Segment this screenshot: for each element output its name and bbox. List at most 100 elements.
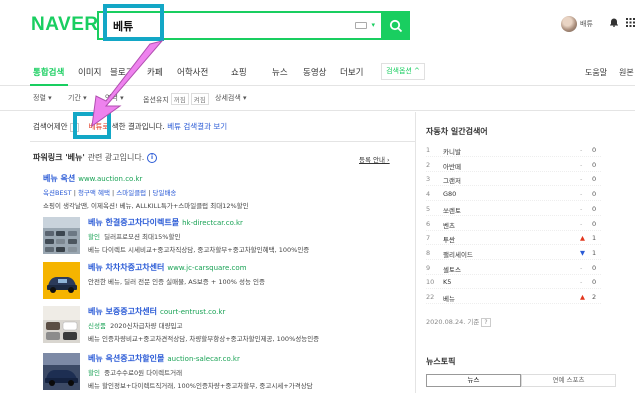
ranking-word[interactable]: 벤츠	[443, 220, 455, 230]
filter-detail[interactable]: 상세검색 ▾	[215, 93, 247, 103]
ranking-rank: 4	[426, 190, 431, 199]
ranking-word[interactable]: 셀토스	[443, 264, 461, 274]
ranking-item[interactable]: 6 벤츠 -0	[426, 218, 601, 231]
ad-thumbnail[interactable]	[43, 353, 80, 390]
original-link[interactable]: 원본	[619, 67, 634, 78]
ranking-item[interactable]: 3 그랜저 -0	[426, 173, 601, 187]
ranking-rank: 6	[426, 219, 431, 228]
ad-sitelink[interactable]: 청구액 혜택	[78, 189, 110, 197]
tab-more[interactable]: 더보기	[340, 66, 363, 78]
ranking-item[interactable]: 8 팰리세이드 ▼ 1	[426, 247, 601, 260]
filter-source-label: 영역	[105, 94, 118, 102]
tab-video[interactable]: 동영상	[303, 66, 326, 78]
ad-thumbnail[interactable]	[43, 262, 80, 299]
tab-blog[interactable]: 블로그	[110, 66, 133, 78]
tab-dictionary[interactable]: 어학사전	[177, 66, 208, 78]
ranking-word[interactable]: 쏘렌토	[443, 205, 461, 215]
ad-title-row: 베뉴 옥션중고차할인몰 auction-salecar.co.kr	[88, 353, 403, 364]
ranking-word[interactable]: 투싼	[443, 234, 455, 244]
option-off-chip[interactable]: 꺼짐	[170, 93, 189, 105]
ranking-word[interactable]: K5	[443, 278, 451, 286]
ad-title[interactable]: 베뉴 한결중고차다이렉트몰	[88, 218, 179, 227]
ranking-date-text: 2020.08.24. 기준	[426, 318, 480, 326]
ranking-word[interactable]: G80	[443, 190, 456, 198]
ranking-item[interactable]: 10 K5 -0	[426, 276, 601, 290]
ranking-change: 1	[592, 234, 597, 243]
ranking-change: 0	[592, 204, 597, 213]
ranking-change: 0	[592, 160, 597, 169]
ad-url[interactable]: auction-salecar.co.kr	[167, 355, 239, 363]
autocomplete-toggle-icon[interactable]: ▾	[371, 21, 375, 29]
ranking-change: 1	[592, 248, 597, 257]
ranking-item[interactable]: 1 카니발 - 0	[426, 144, 601, 157]
option-keep-label: 옵션유지	[143, 96, 169, 104]
info-icon[interactable]: i	[147, 152, 158, 163]
ad-tag: 할인	[88, 369, 100, 377]
tab-shopping[interactable]: 쇼핑	[231, 66, 247, 78]
avatar[interactable]	[561, 16, 577, 32]
ranking-change-icon: -	[580, 160, 583, 169]
ranking-rank: 2	[426, 160, 431, 169]
ad-title[interactable]: 베뉴 옥션중고차할인몰	[88, 354, 164, 363]
ad-url[interactable]: court-entrust.co.kr	[160, 308, 225, 316]
option-on-chip[interactable]: 켜짐	[190, 93, 209, 105]
help-link[interactable]: 도움말	[585, 67, 607, 78]
ad-url[interactable]: hk-directcar.co.kr	[182, 219, 243, 227]
naver-logo[interactable]: NAVER	[31, 14, 99, 36]
ad-url[interactable]: www.jc-carsquare.com	[167, 264, 246, 272]
ad-title[interactable]: 베뉴 보증중고차센터	[88, 307, 157, 316]
ranking-word[interactable]: 아반떼	[443, 161, 461, 171]
tab-integrated[interactable]: 통합검색	[33, 66, 64, 78]
profile-name[interactable]: 배튜	[580, 19, 593, 29]
ad-sitelink[interactable]: 당일배송	[152, 189, 176, 197]
search-button[interactable]	[381, 11, 410, 40]
filter-bar: 정렬 ▾ 기간 ▾ 영역 ▾ 옵션유지 꺼짐 켜짐 상세검색 ▾	[0, 87, 635, 111]
ad-title-row: 베뉴 차차차중고차센터 www.jc-carsquare.com	[88, 262, 403, 273]
ad-title[interactable]: 베뉴 차차차중고차센터	[88, 263, 164, 272]
ranking-word[interactable]: 베뉴	[443, 293, 455, 303]
spell-original-link[interactable]: 베튜 검색결과 보기	[167, 122, 227, 131]
ranking-word[interactable]: 팰리세이드	[443, 249, 473, 259]
ranking-rank: 10	[426, 278, 435, 287]
filter-sort[interactable]: 정렬 ▾	[33, 93, 52, 103]
keyboard-icon[interactable]	[355, 22, 367, 29]
ad-description: 베뉴 할인정보+다이렉트직거래, 100%인증차량+중고차할부, 중고시세+가격…	[88, 382, 313, 390]
powerlink-title: 파워링크 '베뉴' 관련 광고입니다. i	[33, 152, 158, 163]
ad-sitelink[interactable]: 옥션BEST	[43, 189, 72, 197]
ranking-item[interactable]: 2 아반떼 -0	[426, 159, 601, 172]
apps-grid-icon[interactable]	[626, 18, 635, 27]
ranking-item[interactable]: 7 투싼 ▲ 1	[426, 232, 601, 246]
tab-news[interactable]: 뉴스	[272, 66, 288, 78]
filter-period[interactable]: 기간 ▾	[68, 93, 87, 103]
ranking-item[interactable]: 9 셀토스 -0	[426, 262, 601, 275]
tab-cafe[interactable]: 카페	[147, 66, 163, 78]
register-info-link[interactable]: 등록 안내 ›	[359, 154, 390, 164]
tab-news-topic[interactable]: 뉴스	[426, 374, 521, 387]
ranking-item[interactable]: 22 베뉴 ▲ 2	[426, 291, 601, 304]
ad-item: 베뉴 보증중고차센터 court-entrust.co.kr 신성품 2020신차…	[43, 306, 403, 348]
ranking-item[interactable]: 4 G80 -0	[426, 188, 601, 202]
ranking-change-icon: ▼	[580, 248, 585, 257]
ad-title[interactable]: 베뉴 옥션	[43, 174, 75, 183]
ad-thumbnail[interactable]	[43, 306, 80, 343]
tab-image[interactable]: 이미지	[78, 66, 101, 78]
ranking-help[interactable]: ?	[481, 318, 491, 327]
ranking-word[interactable]: 그랜저	[443, 175, 461, 185]
ad-title-row: 베뉴 보증중고차센터 court-entrust.co.kr	[88, 306, 403, 317]
ranking-change: 0	[592, 146, 597, 154]
ad-thumbnail[interactable]	[43, 217, 80, 254]
filter-source[interactable]: 영역 ▾	[105, 93, 124, 103]
header: NAVER ▾ 배튜	[0, 0, 635, 55]
bell-icon[interactable]	[609, 17, 619, 27]
ranking-change: 0	[592, 190, 597, 199]
search-options-button[interactable]: 검색옵션 ^	[381, 63, 425, 80]
ranking-change-icon: -	[580, 175, 583, 184]
filter-option-keep[interactable]: 옵션유지 꺼짐 켜짐	[143, 93, 209, 105]
tab-entertainment-sports[interactable]: 연예 스포츠	[521, 374, 616, 387]
ad-sitelink[interactable]: 스마일클럽	[116, 189, 146, 197]
ad-url[interactable]: www.auction.co.kr	[78, 175, 142, 183]
ad-item: 베뉴 옥션중고차할인몰 auction-salecar.co.kr 할인 중고수수…	[43, 353, 403, 393]
ranking-item[interactable]: 5 쏘렌토 -0	[426, 203, 601, 216]
powerlink-title-text: 파워링크 '베뉴'	[33, 153, 85, 162]
ranking-word[interactable]: 카니발	[443, 146, 461, 156]
